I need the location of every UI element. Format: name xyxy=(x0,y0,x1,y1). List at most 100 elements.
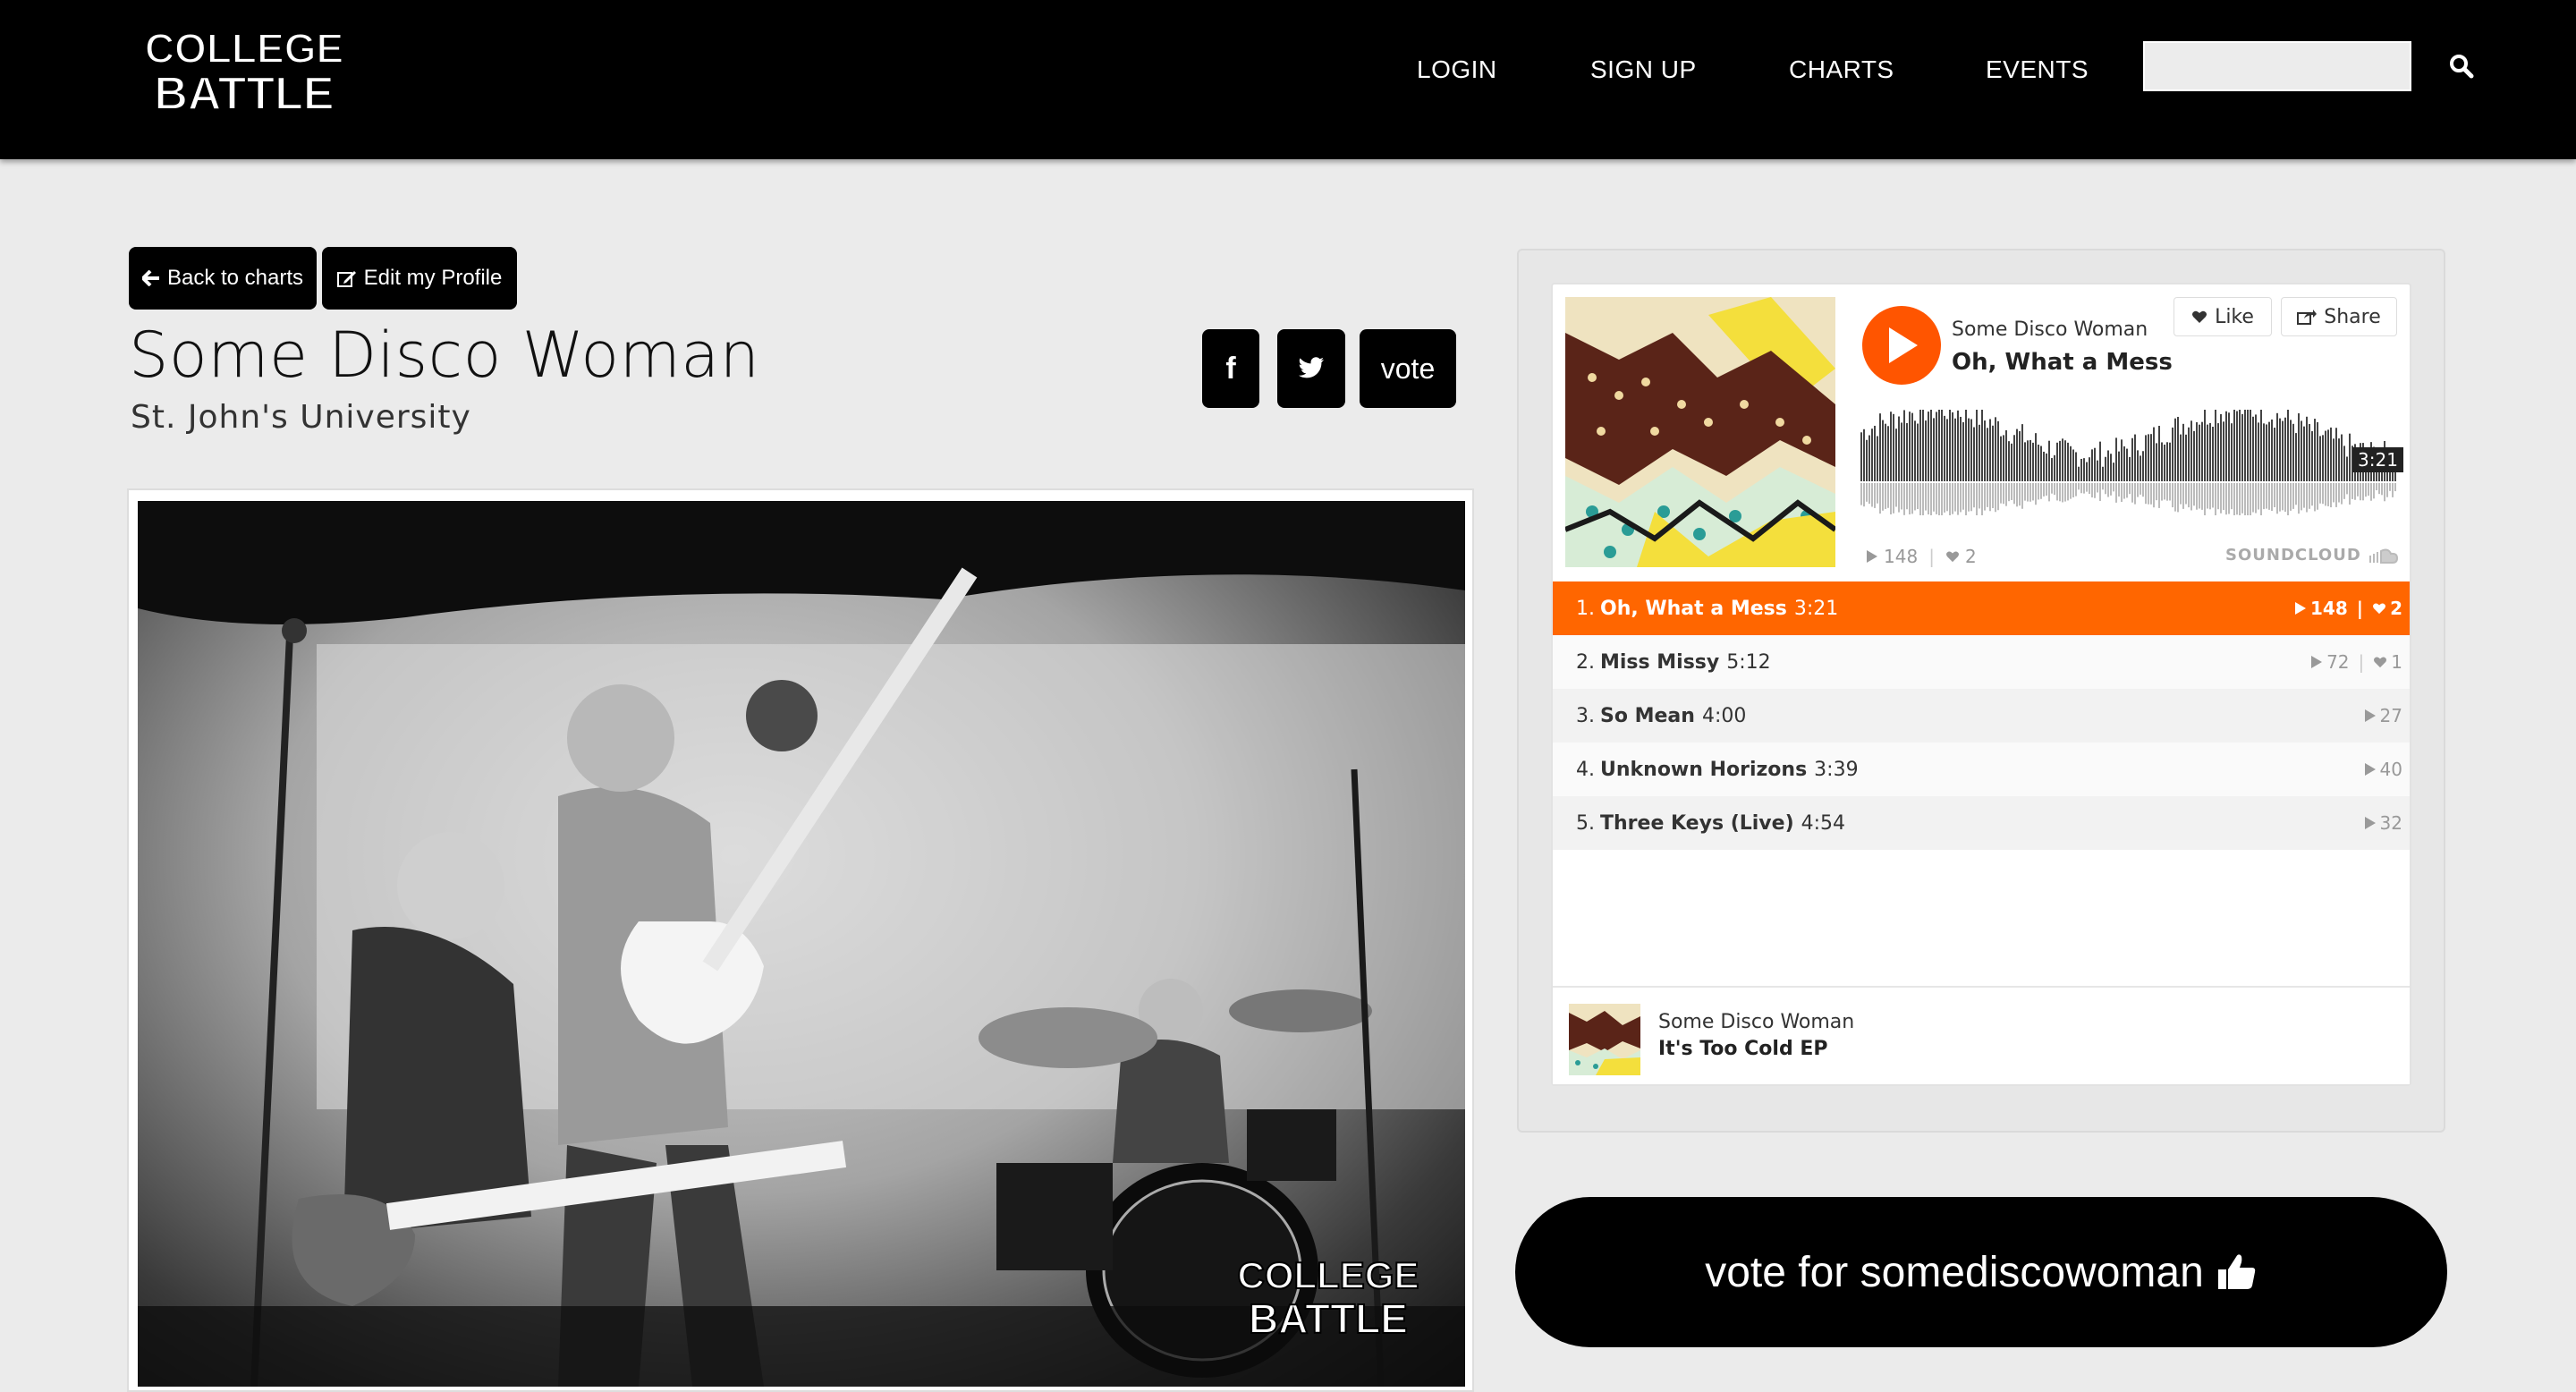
track-row[interactable]: 3. So Mean 4:00 27 xyxy=(1553,689,2410,743)
waveform-bar xyxy=(2223,421,2224,481)
track-row[interactable]: 2. Miss Missy 5:12 72 | 1 xyxy=(1553,635,2410,689)
waveform-bar xyxy=(2182,423,2184,481)
waveform-reflection xyxy=(2386,483,2388,497)
waveform-bar xyxy=(1962,421,1964,481)
search-button[interactable] xyxy=(2411,41,2512,91)
waveform-reflection xyxy=(2091,483,2093,498)
like-label: Like xyxy=(2215,305,2254,328)
waveform-bar xyxy=(1979,424,1980,481)
waveform-reflection xyxy=(2314,483,2316,512)
waveform-bar xyxy=(1944,415,1945,481)
soundcloud-brand[interactable]: SOUNDCLOUD xyxy=(2225,546,2399,564)
waveform-reflection xyxy=(2172,483,2174,508)
waveform-bar xyxy=(2137,450,2139,481)
waveform-reflection xyxy=(1936,483,1937,514)
play-button[interactable] xyxy=(1862,306,1941,385)
waveform-reflection xyxy=(2046,483,2047,497)
band-school: St. John's University xyxy=(131,399,471,436)
waveform-bar xyxy=(1917,423,1919,481)
waveform-bar xyxy=(2008,441,2010,481)
waveform-reflection xyxy=(1973,483,1975,508)
vote-button-small[interactable]: vote xyxy=(1360,329,1456,408)
twitter-share-button[interactable] xyxy=(1277,329,1345,408)
track-row[interactable]: 5. Three Keys (Live) 4:54 32 xyxy=(1553,796,2410,850)
waveform-reflection xyxy=(1877,483,1878,504)
player-track-title[interactable]: Oh, What a Mess xyxy=(1952,349,2173,376)
waveform-reflection xyxy=(1968,483,1970,512)
waveform-bar xyxy=(2121,439,2123,481)
album-title[interactable]: It's Too Cold EP xyxy=(1658,1038,1828,1060)
album-row[interactable]: Some Disco Woman It's Too Cold EP xyxy=(1553,986,2410,1084)
waveform-bar xyxy=(2016,429,2018,481)
waveform-reflection xyxy=(1933,483,1935,512)
waveform[interactable] xyxy=(1860,392,2397,526)
track-time: 3:39 xyxy=(1814,758,1859,781)
facebook-share-button[interactable]: f xyxy=(1202,329,1259,408)
waveform-reflection xyxy=(2166,483,2168,501)
vote-for-band-button[interactable]: vote for somediscowoman xyxy=(1515,1197,2447,1347)
waveform-reflection xyxy=(2013,483,2015,505)
waveform-bar xyxy=(2158,425,2160,481)
waveform-bar xyxy=(2196,421,2198,481)
waveform-reflection xyxy=(2327,483,2329,506)
waveform-bar xyxy=(1898,416,1900,481)
player-artist[interactable]: Some Disco Woman xyxy=(1952,318,2148,341)
top-navbar: COLLEGE BATTLE LOGIN SIGN UP CHARTS EVEN… xyxy=(0,0,2576,159)
waveform-reflection xyxy=(1860,483,1862,505)
search-input[interactable] xyxy=(2143,41,2411,91)
track-row[interactable]: 4. Unknown Horizons 3:39 40 xyxy=(1553,743,2410,796)
album-thumbnail[interactable] xyxy=(1569,1004,1640,1075)
waveform-bar xyxy=(1909,412,1911,481)
waveform-reflection xyxy=(2376,483,2377,491)
like-button[interactable]: Like xyxy=(2174,297,2272,336)
edit-profile-button[interactable]: Edit my Profile xyxy=(322,247,517,310)
waveform-reflection xyxy=(2169,483,2171,501)
like-count: 2 xyxy=(1964,546,1977,567)
back-to-charts-button[interactable]: Back to charts xyxy=(129,247,317,310)
play-count-icon xyxy=(2364,817,2376,829)
waveform-reflection xyxy=(2241,483,2243,514)
track-sep: | xyxy=(2358,651,2365,673)
waveform-reflection xyxy=(2054,483,2055,496)
waveform-reflection xyxy=(2378,483,2380,495)
waveform-bar xyxy=(2011,443,2012,481)
waveform-reflection xyxy=(2282,483,2284,511)
track-artwork[interactable] xyxy=(1565,297,1835,567)
play-count: 148 xyxy=(1884,546,1919,567)
share-button[interactable]: Share xyxy=(2281,297,2397,336)
waveform-bar xyxy=(2314,419,2316,481)
waveform-bar xyxy=(2255,414,2257,481)
waveform-bar xyxy=(2220,413,2222,481)
waveform-bar xyxy=(2212,427,2214,481)
waveform-reflection xyxy=(2145,483,2147,505)
waveform-bar xyxy=(2174,418,2176,481)
waveform-bar xyxy=(1952,412,1953,481)
waveform-reflection xyxy=(2003,483,2004,505)
waveform-bar xyxy=(1965,410,1967,481)
waveform-reflection xyxy=(1957,483,1959,515)
waveform-bar xyxy=(1997,420,1999,481)
nav-charts[interactable]: CHARTS xyxy=(1789,55,1894,84)
share-label: Share xyxy=(2324,305,2381,328)
college-battle-logo[interactable]: COLLEGE BATTLE xyxy=(127,20,361,121)
edit-icon xyxy=(336,271,356,287)
nav-signup[interactable]: SIGN UP xyxy=(1590,55,1697,84)
waveform-reflection xyxy=(1882,483,1884,511)
nav-events[interactable]: EVENTS xyxy=(1986,55,2089,84)
search-icon xyxy=(2450,55,2474,79)
track-row[interactable]: 1. Oh, What a Mess 3:21 148 | 2 xyxy=(1553,581,2410,635)
waveform-bar xyxy=(2325,430,2326,481)
waveform-reflection xyxy=(2319,483,2321,504)
track-number: 1. xyxy=(1576,597,1595,620)
waveform-bar xyxy=(2067,442,2069,481)
nav-login[interactable]: LOGIN xyxy=(1417,55,1497,84)
waveform-bar xyxy=(1863,429,1865,481)
track-sep: | xyxy=(2356,598,2364,619)
waveform-reflection xyxy=(1863,483,1865,507)
album-artist[interactable]: Some Disco Woman xyxy=(1658,1011,1854,1033)
waveform-reflection xyxy=(2351,483,2353,499)
waveform-bar xyxy=(2062,438,2063,481)
waveform-reflection xyxy=(2365,483,2367,497)
waveform-reflection xyxy=(2032,483,2034,501)
waveform-bar xyxy=(2282,420,2284,481)
